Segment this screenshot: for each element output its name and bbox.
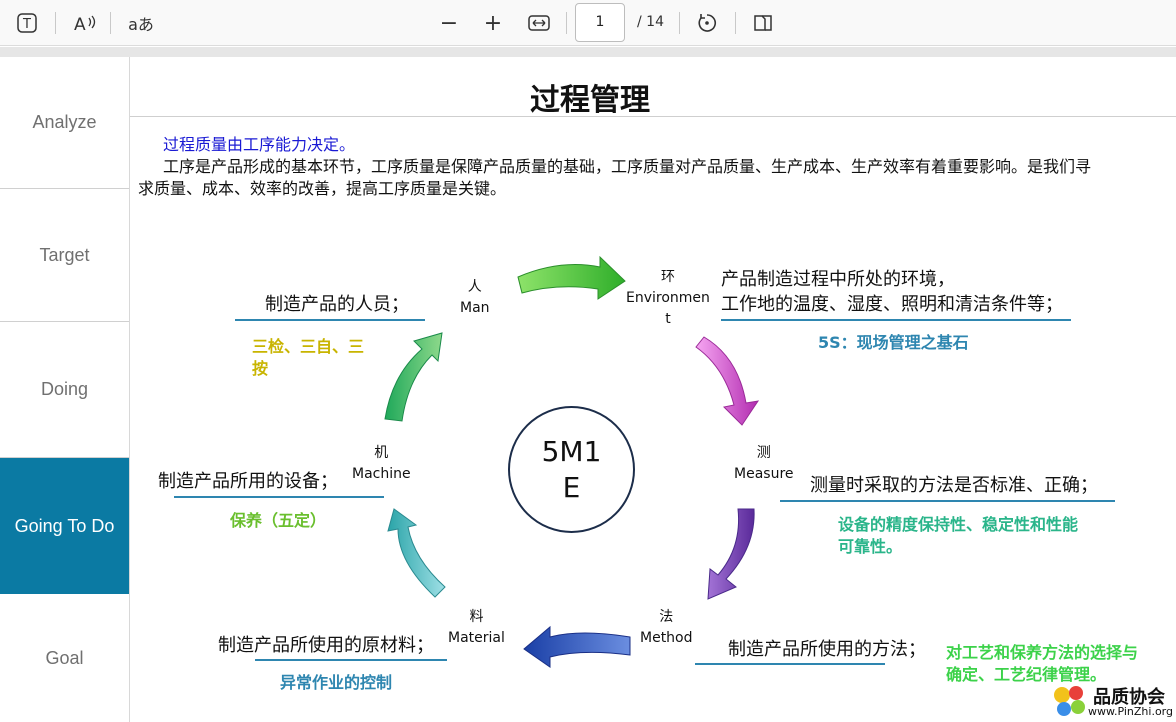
page-number-input[interactable]: 1 — [575, 3, 625, 42]
measure-desc: 测量时采取的方法是否标准、正确； — [810, 475, 1098, 496]
arrow-measure-to-method — [707, 508, 755, 600]
center-label-line2: E — [562, 470, 581, 504]
method-note-2: 确定、工艺纪律管理。 — [946, 665, 1107, 684]
two-page-icon[interactable] — [748, 8, 778, 38]
method-underline — [695, 663, 885, 665]
man-note: 三检、三自、三 — [252, 337, 365, 356]
measure-underline — [780, 500, 1115, 502]
method-en: Method — [640, 630, 693, 646]
machine-underline — [174, 496, 384, 498]
method-note-1: 对工艺和保养方法的选择与 — [946, 643, 1139, 662]
man-cn: 人 — [467, 279, 482, 295]
zoom-out-icon[interactable]: − — [434, 8, 464, 38]
material-en: Material — [448, 630, 505, 646]
sidebar-item-analyze[interactable]: Analyze — [0, 57, 129, 189]
machine-cn: 机 — [374, 445, 389, 461]
man-underline — [235, 319, 425, 321]
toolbar-separator — [735, 12, 736, 34]
center-label-line1: 5M1 — [541, 434, 602, 468]
env-desc-1: 产品制造过程中所处的环境， — [721, 269, 955, 290]
sidebar: Analyze Target Doing Going To Do Goal — [0, 57, 130, 722]
translate-icon[interactable]: aあ — [124, 8, 158, 38]
text-icon[interactable]: T — [12, 8, 42, 38]
toolbar-separator — [566, 12, 567, 34]
toolbar-separator — [110, 12, 111, 34]
material-desc: 制造产品所使用的原材料； — [218, 635, 434, 656]
arrow-machine-to-man — [384, 332, 443, 422]
measure-label: 测 Measure — [734, 443, 794, 485]
toolbar-separator — [55, 12, 56, 34]
sidebar-item-doing[interactable]: Doing — [0, 322, 129, 458]
arrow-material-to-machine — [387, 508, 446, 598]
machine-label: 机 Machine — [352, 443, 411, 485]
env-note: 5S：现场管理之基石 — [818, 333, 969, 352]
arrow-man-to-env — [517, 255, 626, 300]
man-note-2: 按 — [252, 359, 269, 378]
material-label: 料 Material — [448, 607, 505, 649]
method-label: 法 Method — [640, 607, 693, 649]
machine-desc: 制造产品所用的设备； — [158, 471, 338, 492]
method-desc: 制造产品所使用的方法； — [728, 639, 926, 660]
measure-note-1: 设备的精度保持性、稳定性和性能 — [838, 515, 1079, 534]
svg-text:T: T — [22, 17, 31, 32]
man-label: 人 Man — [460, 277, 490, 319]
arrow-env-to-measure — [695, 336, 760, 426]
measure-note-2: 可靠性。 — [838, 537, 903, 556]
rotate-icon[interactable] — [692, 8, 722, 38]
env-cn: 环 — [660, 269, 675, 285]
machine-en: Machine — [352, 466, 411, 482]
arrow-method-to-material — [523, 625, 631, 668]
pinzhi-logo-icon — [1054, 686, 1085, 716]
env-label: 环 Environmen t — [626, 267, 710, 330]
method-cn: 法 — [659, 609, 674, 625]
material-underline — [255, 659, 447, 661]
env-en-2: t — [665, 311, 671, 327]
zoom-in-icon[interactable]: + — [478, 8, 508, 38]
material-note: 异常作业的控制 — [280, 673, 393, 692]
toolbar-gap — [0, 47, 1176, 57]
svg-text:A: A — [74, 15, 86, 34]
env-en-1: Environmen — [626, 290, 710, 306]
sidebar-item-target[interactable]: Target — [0, 189, 129, 322]
toolbar: T A aあ − + 1 / 14 — [0, 0, 1176, 46]
man-en: Man — [460, 300, 490, 316]
sidebar-item-going-to-do[interactable]: Going To Do — [0, 458, 129, 594]
read-aloud-icon[interactable]: A — [70, 8, 100, 38]
page-total: / 14 — [637, 14, 664, 30]
logo-url: www.PinZhi.org — [1088, 705, 1173, 718]
toolbar-separator — [679, 12, 680, 34]
env-desc-2: 工作地的温度、湿度、照明和清洁条件等； — [721, 294, 1063, 315]
measure-cn: 测 — [756, 445, 771, 461]
measure-en: Measure — [734, 466, 794, 482]
env-underline — [721, 319, 1071, 321]
man-desc: 制造产品的人员； — [265, 294, 409, 315]
material-cn: 料 — [469, 609, 484, 625]
center-5m1e-circle: 5M1 E — [508, 406, 635, 533]
fit-width-icon[interactable] — [524, 8, 554, 38]
machine-note: 保养（五定） — [230, 511, 327, 530]
sidebar-item-goal[interactable]: Goal — [0, 594, 129, 722]
slide: 过程管理 过程质量由工序能力决定。 工序是产品形成的基本环节，工序质量是保障产品… — [130, 57, 1176, 722]
